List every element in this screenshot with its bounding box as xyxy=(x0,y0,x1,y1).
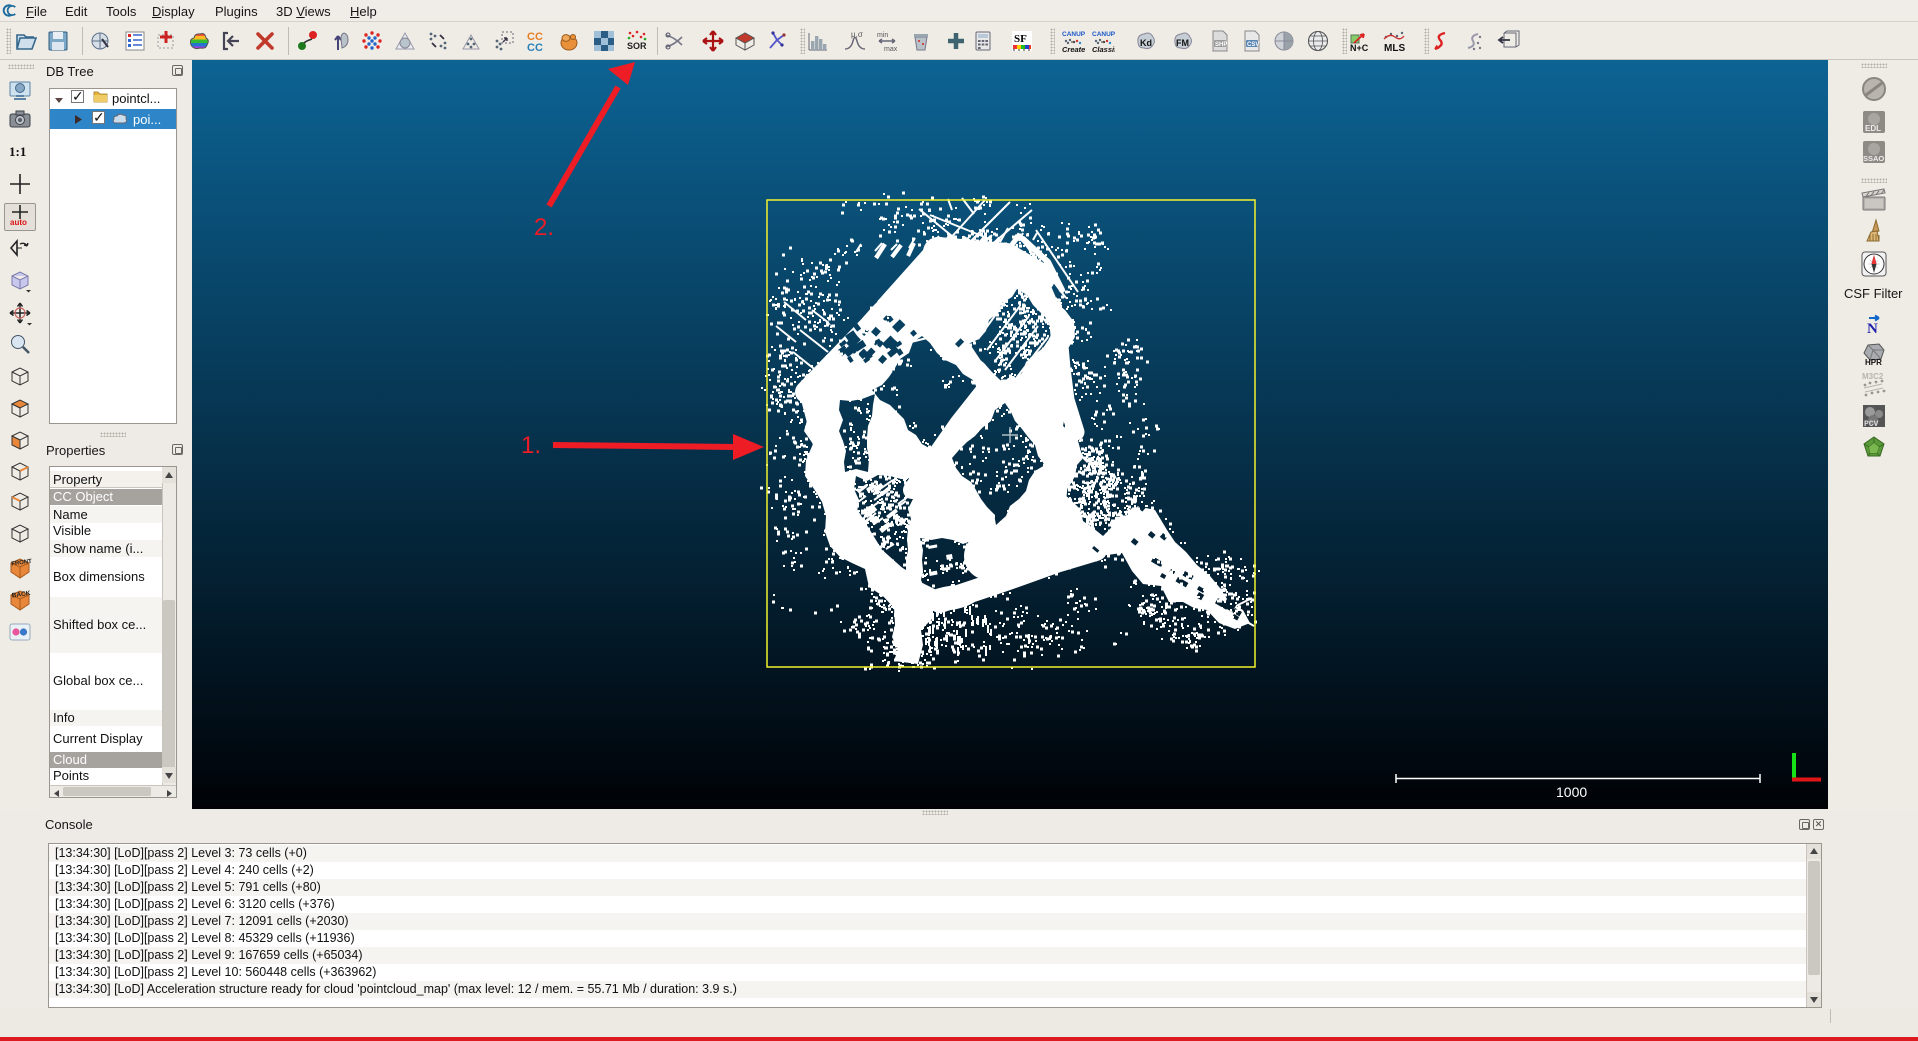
svg-text:CANUPO: CANUPO xyxy=(1092,31,1115,38)
svg-text:N: N xyxy=(1867,321,1878,336)
svg-text:SSAO: SSAO xyxy=(1863,154,1884,163)
svg-text:auto: auto xyxy=(10,218,27,227)
svg-text:SHP: SHP xyxy=(1215,42,1227,48)
svg-text:M3C2: M3C2 xyxy=(1862,372,1884,381)
svg-text:SF: SF xyxy=(1014,33,1027,45)
svg-text:MLS: MLS xyxy=(1384,43,1405,53)
svg-text:min: min xyxy=(877,32,888,39)
svg-text:CC: CC xyxy=(527,42,543,53)
svg-text:SOR: SOR xyxy=(627,41,647,51)
svg-text:EDL: EDL xyxy=(1865,124,1881,133)
svg-text:μ,σ: μ,σ xyxy=(851,30,863,39)
svg-text:Create: Create xyxy=(1062,45,1085,53)
svg-text:CSV: CSV xyxy=(1247,42,1259,48)
svg-text:max: max xyxy=(884,46,898,53)
svg-text:Kd: Kd xyxy=(1140,38,1152,48)
svg-text:N+C: N+C xyxy=(1350,43,1369,53)
svg-text:Classify: Classify xyxy=(1092,45,1115,53)
svg-text:FM: FM xyxy=(1176,38,1189,48)
svg-text:CANUPO: CANUPO xyxy=(1062,31,1085,38)
svg-text:PCV: PCV xyxy=(1864,420,1879,429)
svg-text:HPR: HPR xyxy=(1865,358,1882,367)
svg-text:1:1: 1:1 xyxy=(9,144,26,159)
